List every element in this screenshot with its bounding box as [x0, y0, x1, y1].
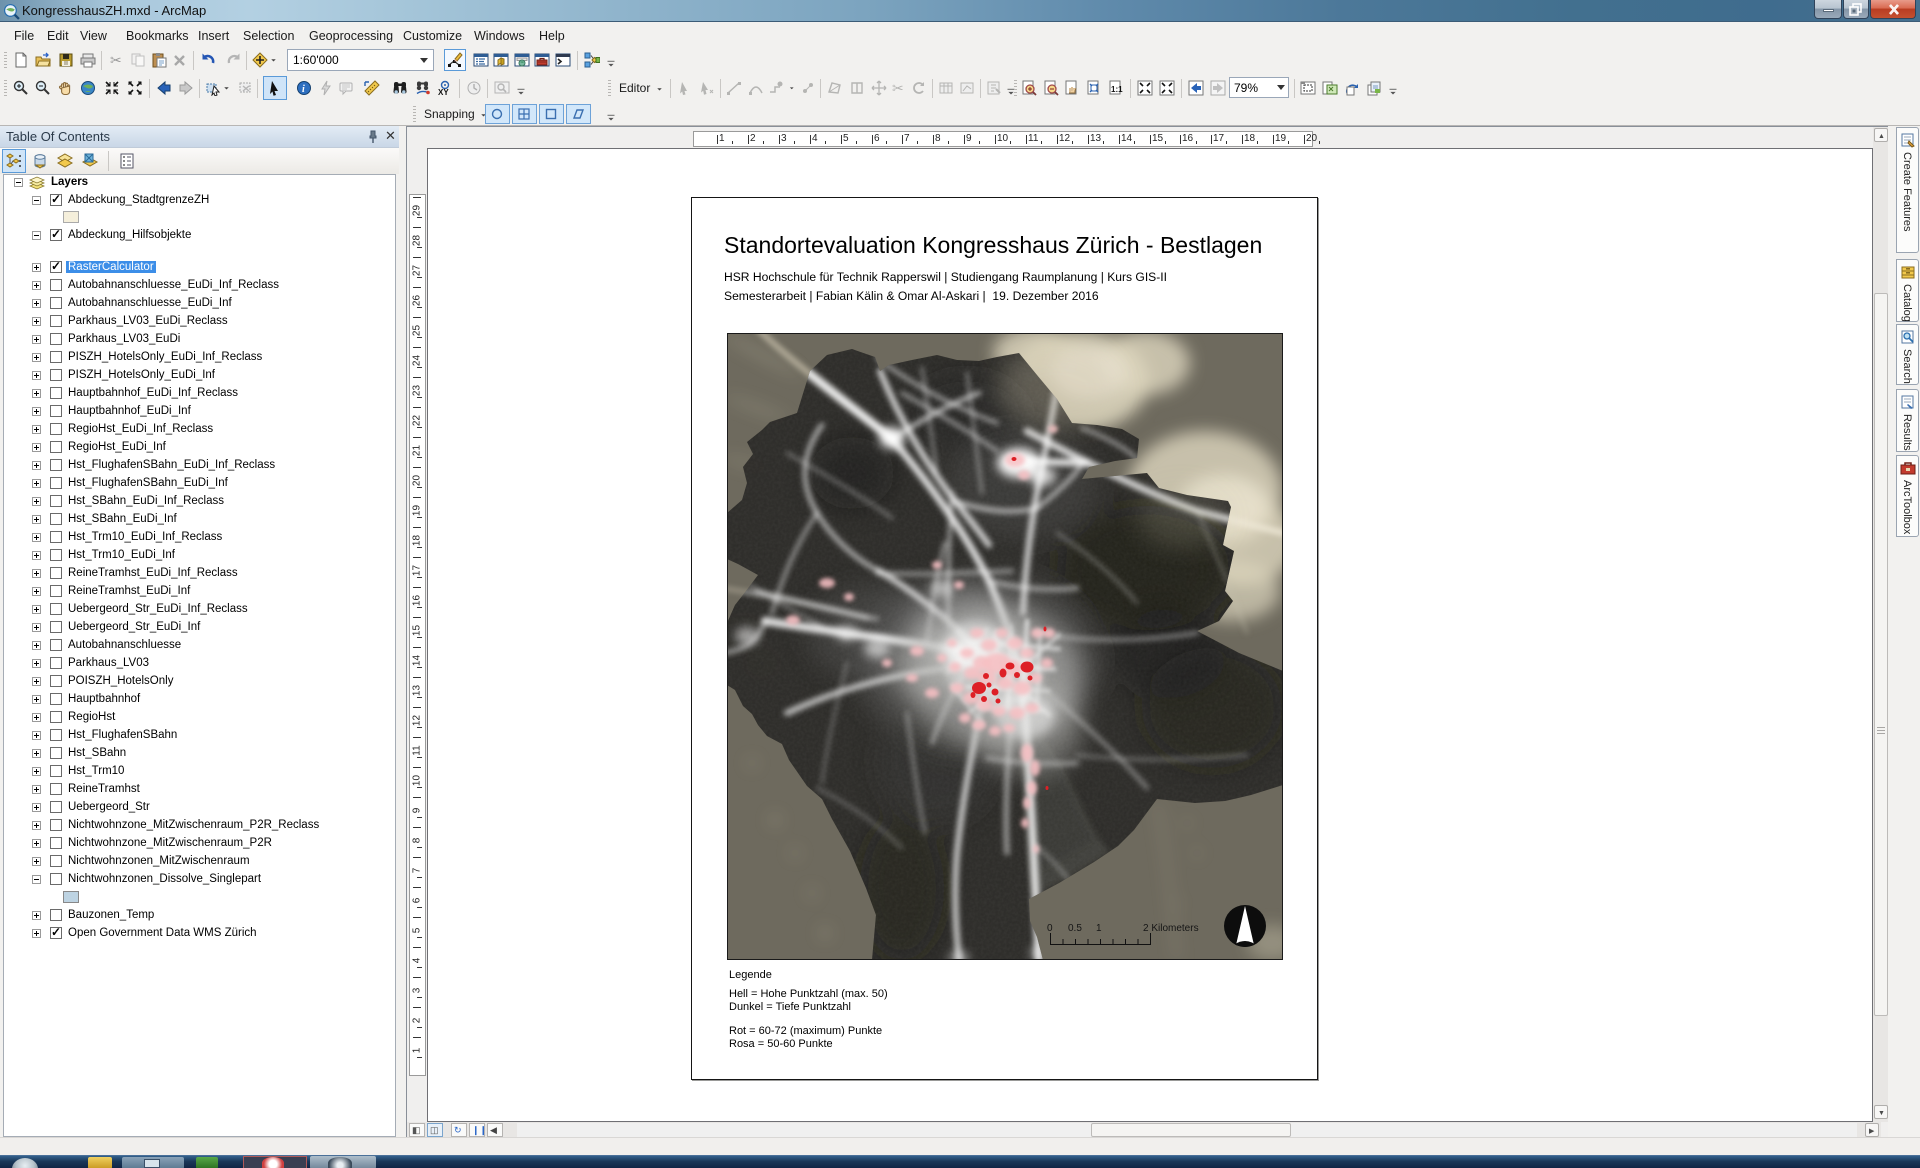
svg-text:0.5: 0.5 [1068, 923, 1082, 934]
svg-text:1:1: 1:1 [1111, 85, 1123, 94]
svg-text:i: i [302, 84, 305, 95]
svg-text:1: 1 [1096, 923, 1102, 934]
svg-text:2 Kilometers: 2 Kilometers [1143, 923, 1199, 934]
svg-text:XY: XY [438, 88, 449, 96]
svg-text:✂: ✂ [892, 80, 904, 96]
svg-text:✂: ✂ [110, 52, 122, 68]
svg-text:0: 0 [1047, 923, 1053, 934]
